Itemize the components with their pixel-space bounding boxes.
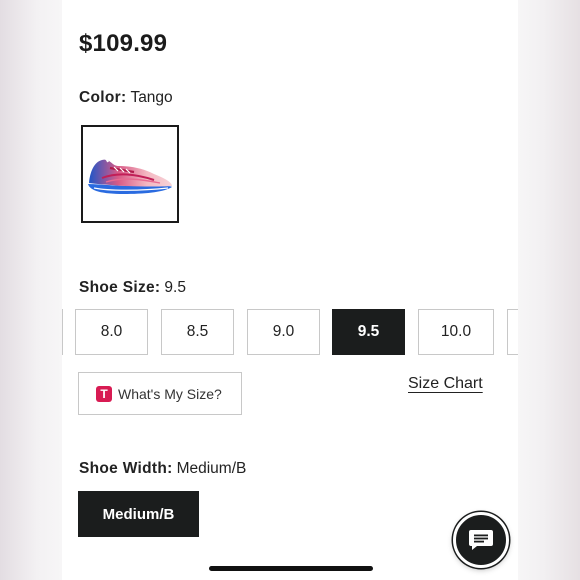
shoe-width-label: Shoe Width: <box>79 460 173 477</box>
size-option-9-0[interactable]: 9.0 <box>247 309 320 355</box>
size-option-partial-left[interactable] <box>62 309 63 355</box>
color-label: Color: <box>79 89 127 106</box>
whats-my-size-label: What's My Size? <box>118 385 222 402</box>
size-option-partial-right[interactable] <box>507 309 518 355</box>
product-page: $109.99 Color: Tango Shoe Size: 9.5 8.0 … <box>62 0 518 580</box>
background-left <box>0 0 62 580</box>
shoe-size-value: 9.5 <box>164 279 186 296</box>
background-right <box>518 0 580 580</box>
color-swatch-tango[interactable] <box>81 125 179 223</box>
size-option-9-5-selected[interactable]: 9.5 <box>332 309 405 355</box>
size-option-8-5[interactable]: 8.5 <box>161 309 234 355</box>
color-label-row: Color: Tango <box>79 89 173 107</box>
fit-finder-logo-icon: T <box>96 385 112 402</box>
whats-my-size-button[interactable]: T What's My Size? <box>78 372 242 415</box>
chat-bubble-icon <box>469 530 493 550</box>
size-chart-link[interactable]: Size Chart <box>408 375 483 393</box>
size-option-8-0[interactable]: 8.0 <box>75 309 148 355</box>
color-value: Tango <box>130 89 173 106</box>
shoe-width-label-row: Shoe Width: Medium/B <box>79 460 246 478</box>
width-option-medium-b[interactable]: Medium/B <box>78 491 199 537</box>
shoe-image <box>88 156 172 194</box>
home-indicator[interactable] <box>209 566 373 571</box>
size-option-10-0[interactable]: 10.0 <box>418 309 494 355</box>
shoe-size-label-row: Shoe Size: 9.5 <box>79 279 186 297</box>
shoe-size-label: Shoe Size: <box>79 279 161 296</box>
product-price: $109.99 <box>79 30 168 57</box>
chat-button[interactable] <box>453 512 509 568</box>
shoe-width-value: Medium/B <box>176 460 247 477</box>
